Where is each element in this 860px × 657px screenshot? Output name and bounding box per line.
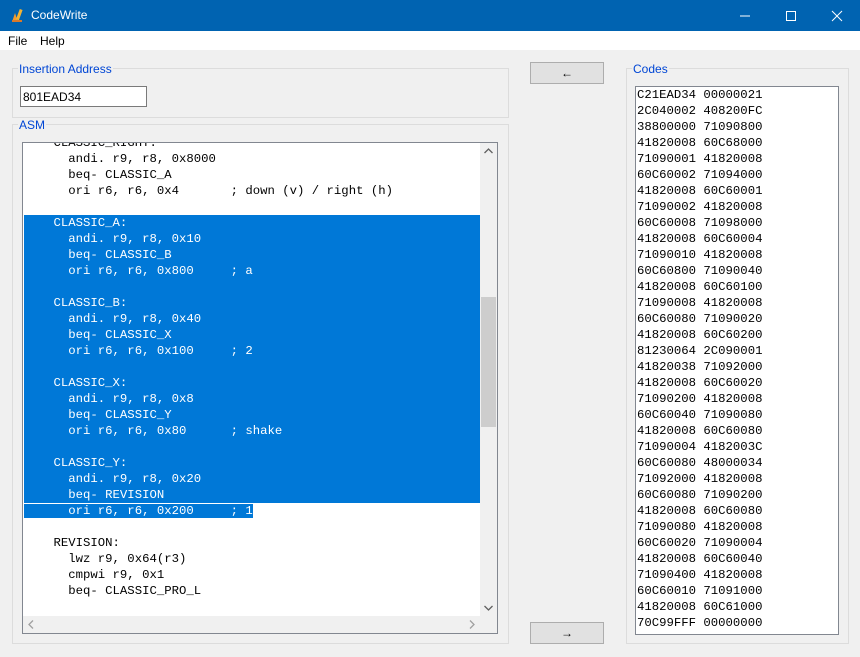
scroll-right-icon[interactable] (469, 620, 475, 629)
asm-line (24, 199, 480, 215)
asm-line: CLASSIC_Y: (24, 455, 480, 471)
asm-scroll-thumb[interactable] (481, 297, 496, 427)
asm-line: CLASSIC_RIGHT: (24, 142, 157, 150)
asm-vertical-scrollbar[interactable] (480, 143, 497, 616)
scroll-down-icon[interactable] (484, 605, 493, 611)
asm-line: ori r6, r6, 0x4 ; down (v) / right (h) (24, 184, 393, 198)
code-line: 2C040002 408200FC (637, 104, 763, 118)
asm-line: ori r6, r6, 0x800 ; a (24, 263, 480, 279)
code-line: 60C60002 71094000 (637, 168, 763, 182)
asm-horizontal-scrollbar[interactable] (23, 616, 480, 633)
code-line: 71090008 41820008 (637, 296, 763, 310)
code-line: 71090080 41820008 (637, 520, 763, 534)
menu-file[interactable]: File (8, 34, 27, 48)
app-icon (9, 8, 25, 24)
asm-line: beq- CLASSIC_PRO_L (24, 584, 202, 598)
asm-line: andi. r9, r8, 0x8000 (24, 152, 216, 166)
code-line: 41820008 60C61000 (637, 600, 763, 614)
asm-line: cmpwi r9, 0x1 (24, 568, 165, 582)
code-line: 41820008 60C60020 (637, 376, 763, 390)
code-line: 81230064 2C090001 (637, 344, 763, 358)
asm-line (24, 519, 480, 535)
code-line: 60C60020 71090004 (637, 536, 763, 550)
asm-editor[interactable]: CLASSIC_RIGHT: andi. r9, r8, 0x8000 beq-… (22, 142, 498, 634)
minimize-icon (740, 15, 750, 17)
asm-line (24, 439, 480, 455)
asm-line: andi. r9, r8, 0x10 (24, 231, 480, 247)
asm-line: CLASSIC_B: (24, 295, 480, 311)
insertion-address-input[interactable] (20, 86, 147, 107)
code-line: 41820008 60C60040 (637, 552, 763, 566)
asm-line: CLASSIC_A: (24, 215, 480, 231)
code-line: 41820008 60C60080 (637, 424, 763, 438)
code-line: 41820008 60C60100 (637, 280, 763, 294)
code-line: 41820008 60C60080 (637, 504, 763, 518)
minimize-button[interactable] (722, 0, 768, 31)
asm-lines: CLASSIC_RIGHT: andi. r9, r8, 0x8000 beq-… (24, 142, 480, 615)
code-line: 41820038 71092000 (637, 360, 763, 374)
codes-label: Codes (632, 62, 669, 76)
close-button[interactable] (814, 0, 860, 31)
asm-line: ori r6, r6, 0x200 ; 1 (24, 503, 480, 519)
code-line: 41820008 60C60200 (637, 328, 763, 342)
code-line: 41820008 60C60001 (637, 184, 763, 198)
convert-to-asm-button[interactable]: ← (530, 62, 604, 84)
asm-line (24, 599, 480, 615)
code-line: 60C60010 71091000 (637, 584, 763, 598)
asm-line: beq- CLASSIC_B (24, 247, 480, 263)
code-line: 60C60800 71090040 (637, 264, 763, 278)
maximize-icon (786, 11, 796, 21)
asm-label: ASM (18, 118, 47, 132)
close-icon (831, 10, 843, 22)
title-bar: CodeWrite (0, 0, 860, 31)
scroll-left-icon[interactable] (28, 620, 34, 629)
code-line: 71092000 41820008 (637, 472, 763, 486)
scrollbar-corner (480, 616, 497, 633)
menu-bar: File Help (0, 31, 860, 50)
asm-line: ori r6, r6, 0x80 ; shake (24, 423, 480, 439)
asm-line (24, 359, 480, 375)
code-line: 71090001 41820008 (637, 152, 763, 166)
asm-line: beq- CLASSIC_A (24, 168, 172, 182)
code-line: 60C60080 71090020 (637, 312, 763, 326)
asm-line: andi. r9, r8, 0x8 (24, 391, 480, 407)
scroll-up-icon[interactable] (484, 148, 493, 154)
asm-line-selected-text: ori r6, r6, 0x200 ; 1 (24, 504, 253, 518)
asm-line: CLASSIC_X: (24, 375, 480, 391)
insertion-address-label: Insertion Address (18, 62, 113, 76)
asm-line (24, 279, 480, 295)
codes-textbox[interactable]: C21EAD34 00000021 2C040002 408200FC 388000… (635, 86, 839, 635)
window-title: CodeWrite (31, 8, 88, 22)
asm-line: andi. r9, r8, 0x40 (24, 311, 480, 327)
code-line: 60C60080 48000034 (637, 456, 763, 470)
code-line: 41820008 60C60004 (637, 232, 763, 246)
code-line: 41820008 60C68000 (637, 136, 763, 150)
asm-line: beq- REVISION (24, 487, 480, 503)
convert-to-codes-button[interactable]: → (530, 622, 604, 644)
maximize-button[interactable] (768, 0, 814, 31)
asm-line: andi. r9, r8, 0x20 (24, 471, 480, 487)
code-line: C21EAD34 00000021 (637, 88, 763, 102)
code-line: 71090400 41820008 (637, 568, 763, 582)
code-line: 60C60040 71090080 (637, 408, 763, 422)
asm-line: lwz r9, 0x64(r3) (24, 552, 187, 566)
menu-help[interactable]: Help (40, 34, 65, 48)
asm-line: beq- CLASSIC_X (24, 327, 480, 343)
asm-line: beq- CLASSIC_Y (24, 407, 480, 423)
code-line: 70C99FFF 00000000 (637, 616, 763, 630)
code-line: 38800000 71090800 (637, 120, 763, 134)
code-line: 60C60080 71090200 (637, 488, 763, 502)
asm-line: REVISION: (24, 536, 120, 550)
code-line: 71090010 41820008 (637, 248, 763, 262)
asm-line: ori r6, r6, 0x100 ; 2 (24, 343, 480, 359)
code-line: 71090200 41820008 (637, 392, 763, 406)
code-line: 60C60008 71098000 (637, 216, 763, 230)
code-line: 71090004 4182003C (637, 440, 763, 454)
code-line: 71090002 41820008 (637, 200, 763, 214)
